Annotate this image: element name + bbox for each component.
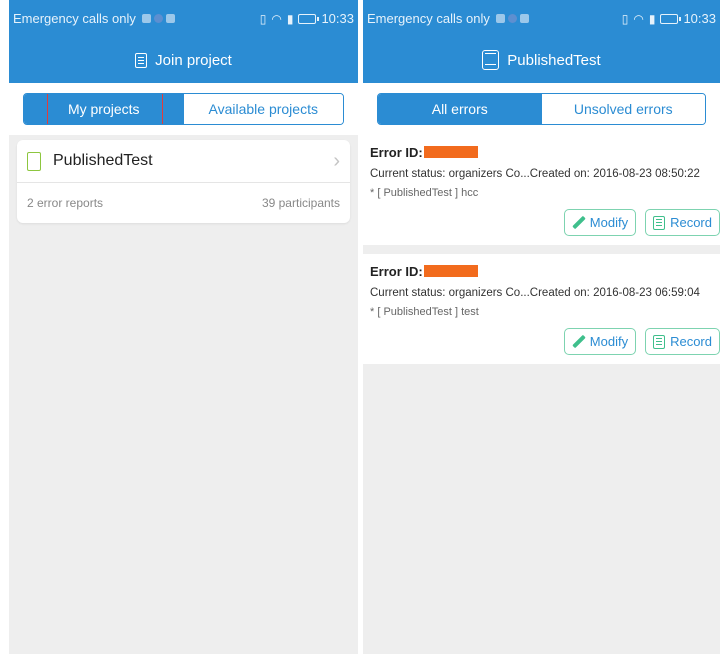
tab-my-projects[interactable]: My projects (24, 94, 184, 124)
tab-bar: My projects Available projects (23, 93, 344, 125)
record-button[interactable]: Record (645, 209, 720, 236)
modify-label: Modify (589, 215, 629, 230)
notification-icon (165, 14, 175, 23)
carrier-text: Emergency calls only (13, 11, 136, 26)
record-icon (653, 334, 666, 349)
error-id-label: Error ID: (370, 144, 423, 160)
modify-button[interactable]: Modify (563, 209, 637, 236)
project-card[interactable]: PublishedTest › 2 error reports 39 parti… (17, 140, 350, 223)
wifi-icon: ◠ (271, 11, 282, 26)
notification-icon (495, 14, 505, 23)
record-label: Record (670, 215, 712, 230)
record-label: Record (670, 334, 712, 349)
document-icon (135, 52, 148, 68)
phone-icon (27, 151, 41, 171)
notification-icon (141, 14, 151, 23)
status-indicators: ▯ ◠ ▮ 10:33 (260, 11, 354, 26)
phone-icon (482, 50, 500, 70)
page-title: PublishedTest (507, 51, 601, 69)
tab-bar-container: My projects Available projects (9, 83, 358, 135)
project-title-bar: PublishedTest (363, 37, 720, 83)
error-description: * [ PublishedTest ] hcc (370, 187, 479, 199)
error-actions: Modify Record (370, 328, 720, 355)
error-description: * [ PublishedTest ] test (370, 306, 479, 318)
modify-button[interactable]: Modify (563, 328, 637, 355)
clock: 10:33 (321, 11, 354, 26)
wifi-icon: ◠ (633, 11, 644, 26)
error-actions: Modify Record (370, 209, 720, 236)
carrier-text: Emergency calls only (367, 11, 490, 26)
error-id-row: Error ID: (370, 262, 720, 280)
signal-icon: ▮ (648, 11, 656, 26)
notification-icon (153, 14, 163, 23)
status-bar: Emergency calls only ▯ ◠ ▮ 10:33 (363, 0, 720, 37)
project-name: PublishedTest (53, 152, 153, 169)
status-bar: Emergency calls only ▯ ◠ ▮ 10:33 (9, 0, 358, 37)
notification-icons (495, 14, 529, 23)
tab-bar: All errors Unsolved errors (377, 93, 706, 125)
project-meta: 2 error reports 39 participants (17, 183, 350, 223)
clock: 10:33 (683, 11, 716, 26)
pencil-icon (572, 216, 585, 229)
error-card[interactable]: Error ID: Current status: organizers Co.… (363, 135, 720, 245)
battery-icon (660, 13, 682, 24)
tab-unsolved-errors[interactable]: Unsolved errors (541, 94, 705, 124)
modify-label: Modify (589, 334, 629, 349)
notification-icon (519, 14, 529, 23)
status-indicators: ▯ ◠ ▮ 10:33 (622, 11, 716, 26)
signal-icon: ▮ (286, 11, 294, 26)
vibrate-icon: ▯ (621, 11, 629, 26)
error-report-count: 2 error reports (27, 196, 104, 210)
error-id-label: Error ID: (370, 263, 423, 279)
participant-count: 39 participants (261, 196, 340, 210)
page-title: Join project (155, 51, 232, 69)
tab-all-errors[interactable]: All errors (378, 94, 542, 124)
error-card[interactable]: Error ID: Current status: organizers Co.… (363, 254, 720, 364)
vibrate-icon: ▯ (259, 11, 267, 26)
notification-icon (507, 14, 517, 23)
redacted-error-id (423, 265, 478, 277)
redacted-error-id (423, 146, 478, 158)
join-project-button[interactable]: Join project (9, 37, 358, 83)
battery-icon (298, 13, 320, 24)
tab-available-projects[interactable]: Available projects (183, 94, 343, 124)
record-icon (653, 215, 666, 230)
record-button[interactable]: Record (645, 328, 720, 355)
pencil-icon (572, 335, 585, 348)
error-status: Current status: organizers Co...Created … (370, 168, 700, 180)
my-projects-screen: Emergency calls only ▯ ◠ ▮ 10:33 Join pr… (9, 0, 358, 654)
chevron-right-icon: › (333, 149, 340, 172)
project-errors-screen: Emergency calls only ▯ ◠ ▮ 10:33 Publish… (363, 0, 720, 654)
notification-icons (141, 14, 175, 23)
error-status: Current status: organizers Co...Created … (370, 287, 700, 299)
error-id-row: Error ID: (370, 143, 720, 161)
project-row[interactable]: PublishedTest › (17, 140, 350, 183)
tab-bar-container: All errors Unsolved errors (363, 83, 720, 135)
